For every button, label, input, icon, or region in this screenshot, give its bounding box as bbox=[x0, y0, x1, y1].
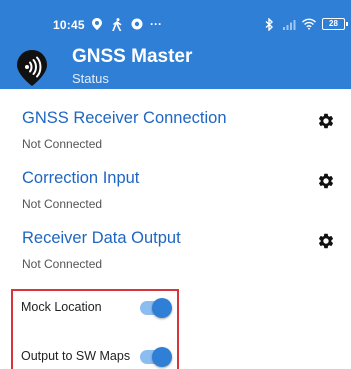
app-logo-icon bbox=[17, 50, 47, 86]
switch-thumb bbox=[152, 347, 172, 367]
section-correction-input[interactable]: Correction Input Not Connected bbox=[0, 169, 351, 225]
signal-icon bbox=[282, 17, 296, 31]
battery-icon: 28 bbox=[322, 18, 348, 30]
section-status: Not Connected bbox=[22, 257, 103, 271]
more-notifications-icon: ··· bbox=[150, 17, 162, 31]
section-title[interactable]: Receiver Data Output bbox=[22, 229, 181, 248]
switch-thumb bbox=[152, 298, 172, 318]
status-time: 10:45 bbox=[53, 18, 85, 32]
status-right-icons: 28 bbox=[262, 17, 348, 31]
section-status: Not Connected bbox=[22, 197, 103, 211]
toggle-label: Output to SW Maps bbox=[21, 349, 131, 363]
status-bar: 10:45 ··· 28 bbox=[0, 0, 351, 38]
walking-icon bbox=[110, 17, 124, 31]
section-title[interactable]: GNSS Receiver Connection bbox=[22, 109, 227, 128]
toggle-row-mock-location[interactable]: Mock Location bbox=[0, 296, 351, 320]
app-notification-icon bbox=[130, 17, 144, 31]
wifi-icon bbox=[302, 17, 316, 31]
gear-icon[interactable] bbox=[317, 112, 335, 130]
app-title: GNSS Master bbox=[72, 46, 193, 67]
section-receiver-data-output[interactable]: Receiver Data Output Not Connected bbox=[0, 229, 351, 285]
section-title[interactable]: Correction Input bbox=[22, 169, 139, 188]
section-status: Not Connected bbox=[22, 137, 103, 151]
app-bar: 10:45 ··· 28 GNSS Master Status bbox=[0, 0, 351, 89]
bluetooth-icon bbox=[262, 17, 276, 31]
location-icon bbox=[90, 17, 104, 31]
gear-icon[interactable] bbox=[317, 172, 335, 190]
status-left-icons: ··· bbox=[90, 17, 162, 31]
toggle-row-output-sw-maps[interactable]: Output to SW Maps bbox=[0, 345, 351, 369]
toggle-label: Mock Location bbox=[21, 300, 102, 314]
app-subtitle: Status bbox=[72, 71, 109, 86]
mock-location-switch[interactable] bbox=[140, 298, 172, 318]
output-sw-maps-switch[interactable] bbox=[140, 347, 172, 367]
section-gnss-receiver-connection[interactable]: GNSS Receiver Connection Not Connected bbox=[0, 109, 351, 165]
gear-icon[interactable] bbox=[317, 232, 335, 250]
